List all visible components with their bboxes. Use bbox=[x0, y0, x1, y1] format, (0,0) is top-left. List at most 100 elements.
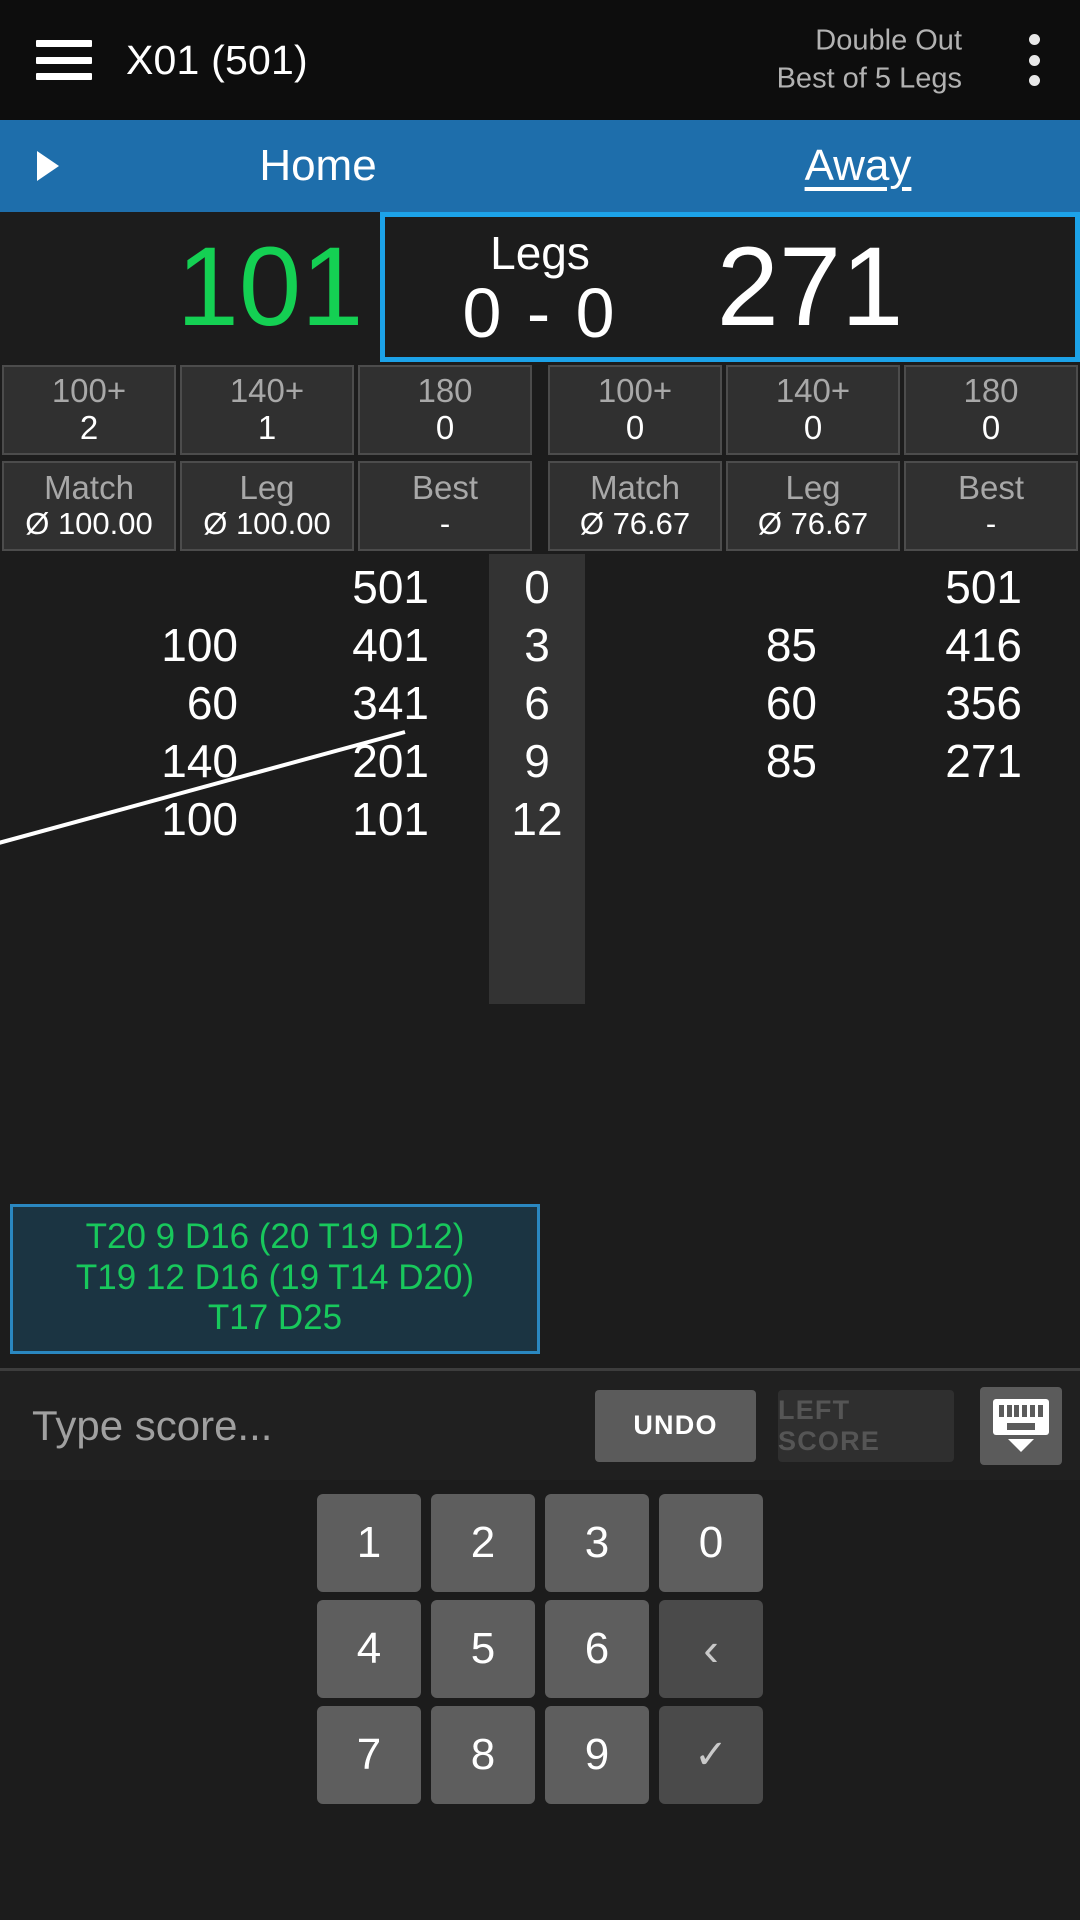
home-averages-group: Match Ø 100.00 Leg Ø 100.00 Best - bbox=[0, 458, 534, 554]
away-averages-group: Match Ø 76.67 Leg Ø 76.67 Best - bbox=[546, 458, 1080, 554]
home-remaining: 201 bbox=[352, 735, 429, 787]
stat-label: Match bbox=[44, 469, 134, 507]
home-score-cell[interactable]: 101 bbox=[0, 212, 540, 362]
away-remaining: 271 bbox=[945, 735, 1022, 787]
home-stat-180[interactable]: 180 0 bbox=[358, 365, 532, 455]
stat-value: - bbox=[985, 506, 997, 542]
score-input-bar: UNDO LEFT SCORE bbox=[0, 1368, 1080, 1480]
stat-label: Best bbox=[411, 469, 479, 507]
stats-counts-row: 100+ 2 140+ 1 180 0 100+ 0 140+ 0 180 0 bbox=[0, 362, 1080, 458]
darts-thrown: 0 bbox=[524, 561, 550, 613]
away-remaining: 416 bbox=[945, 619, 1022, 671]
key-4[interactable]: 4 bbox=[317, 1600, 421, 1698]
key-3[interactable]: 3 bbox=[545, 1494, 649, 1592]
away-score-thrown: 60 bbox=[765, 677, 817, 729]
game-mode-info: Double Out Best of 5 Legs bbox=[777, 22, 962, 99]
away-avg-match[interactable]: Match Ø 76.67 bbox=[548, 461, 722, 551]
table-row[interactable]: 140 201 9 85 271 bbox=[0, 732, 1080, 790]
key-1[interactable]: 1 bbox=[317, 1494, 421, 1592]
checkout-line-3: T17 D25 bbox=[207, 1298, 343, 1338]
checkout-suggestion-box: T20 9 D16 (20 T19 D12) T19 12 D16 (19 T1… bbox=[10, 1204, 540, 1354]
key-6[interactable]: 6 bbox=[545, 1600, 649, 1698]
more-vertical-icon[interactable] bbox=[1028, 34, 1040, 86]
darts-thrown: 12 bbox=[511, 793, 563, 845]
stat-label: Best bbox=[957, 469, 1025, 507]
stat-value: Ø 100.00 bbox=[25, 506, 153, 542]
tab-away[interactable]: Away bbox=[636, 120, 1080, 212]
key-2[interactable]: 2 bbox=[431, 1494, 535, 1592]
away-stat-180[interactable]: 180 0 bbox=[904, 365, 1078, 455]
stat-value: 0 bbox=[625, 409, 645, 447]
hamburger-menu-icon[interactable] bbox=[36, 40, 92, 80]
table-row[interactable]: 100 101 12 bbox=[0, 790, 1080, 848]
away-score-cell[interactable]: 271 bbox=[540, 212, 1080, 362]
stat-value: 2 bbox=[79, 409, 99, 447]
away-remaining: 356 bbox=[945, 677, 1022, 729]
away-remaining-score: 271 bbox=[716, 224, 904, 349]
home-remaining: 501 bbox=[352, 561, 429, 613]
stat-label: 100+ bbox=[597, 371, 673, 409]
home-remaining-score: 101 bbox=[176, 224, 364, 349]
left-score-button[interactable]: LEFT SCORE bbox=[778, 1389, 954, 1462]
match-format-label: Best of 5 Legs bbox=[776, 63, 962, 95]
tab-home[interactable]: Home bbox=[96, 120, 540, 212]
key-8[interactable]: 8 bbox=[431, 1706, 535, 1804]
away-stat-100plus[interactable]: 100+ 0 bbox=[548, 365, 722, 455]
key-0[interactable]: 0 bbox=[659, 1494, 763, 1592]
stat-value: Ø 76.67 bbox=[579, 506, 691, 542]
table-row[interactable]: 501 0 501 bbox=[0, 558, 1080, 616]
away-avg-leg[interactable]: Leg Ø 76.67 bbox=[726, 461, 900, 551]
home-counts-group: 100+ 2 140+ 1 180 0 bbox=[0, 362, 534, 458]
player-tab-bar: Home Away bbox=[0, 120, 1080, 212]
stat-value: 0 bbox=[981, 409, 1001, 447]
away-avg-best[interactable]: Best - bbox=[904, 461, 1078, 551]
stat-label: 100+ bbox=[51, 371, 127, 409]
home-stat-140plus[interactable]: 140+ 1 bbox=[180, 365, 354, 455]
stat-label: Leg bbox=[785, 469, 841, 507]
home-score-thrown: 60 bbox=[186, 677, 238, 729]
checkout-line-2: T19 12 D16 (19 T14 D20) bbox=[75, 1257, 475, 1297]
stat-label: 140+ bbox=[775, 371, 851, 409]
stat-label: 180 bbox=[963, 371, 1019, 409]
scoreboard-rows: 501 0 501 100 401 3 85 416 60 341 6 60 3… bbox=[0, 554, 1080, 848]
app-bar: X01 (501) Double Out Best of 5 Legs bbox=[0, 0, 1080, 120]
checkout-mode-label: Double Out bbox=[815, 24, 962, 57]
table-row[interactable]: 60 341 6 60 356 bbox=[0, 674, 1080, 732]
stat-value: Ø 100.00 bbox=[203, 506, 331, 542]
tab-home-label: Home bbox=[259, 141, 377, 190]
keypad-row: 4 5 6 ‹ bbox=[312, 1596, 768, 1702]
home-score-thrown: 140 bbox=[161, 735, 238, 787]
key-7[interactable]: 7 bbox=[317, 1706, 421, 1804]
keypad-row: 7 8 9 ✓ bbox=[312, 1702, 768, 1808]
table-row[interactable]: 100 401 3 85 416 bbox=[0, 616, 1080, 674]
key-enter[interactable]: ✓ bbox=[659, 1706, 763, 1804]
key-5[interactable]: 5 bbox=[431, 1600, 535, 1698]
tab-away-label: Away bbox=[804, 141, 912, 190]
page-title: X01 (501) bbox=[126, 36, 308, 83]
hide-keyboard-icon[interactable] bbox=[979, 1386, 1063, 1465]
stat-value: Ø 76.67 bbox=[757, 506, 869, 542]
home-avg-match[interactable]: Match Ø 100.00 bbox=[2, 461, 176, 551]
stat-label: Match bbox=[590, 469, 680, 507]
home-remaining: 341 bbox=[352, 677, 429, 729]
key-backspace[interactable]: ‹ bbox=[659, 1600, 763, 1698]
remaining-score-row: 101 Legs 0 - 0 271 bbox=[0, 212, 1080, 362]
stat-value: 1 bbox=[257, 409, 277, 447]
stats-averages-row: Match Ø 100.00 Leg Ø 100.00 Best - Match… bbox=[0, 458, 1080, 554]
home-avg-best[interactable]: Best - bbox=[358, 461, 532, 551]
key-9[interactable]: 9 bbox=[545, 1706, 649, 1804]
stat-value: - bbox=[439, 506, 451, 542]
undo-button[interactable]: UNDO bbox=[595, 1389, 757, 1462]
stat-label: Leg bbox=[239, 469, 295, 507]
away-stat-140plus[interactable]: 140+ 0 bbox=[726, 365, 900, 455]
score-input[interactable] bbox=[18, 1401, 573, 1450]
checkout-line-1: T20 9 D16 (20 T19 D12) bbox=[85, 1217, 465, 1257]
away-remaining: 501 bbox=[945, 561, 1022, 613]
home-score-thrown: 100 bbox=[161, 619, 238, 671]
home-stat-100plus[interactable]: 100+ 2 bbox=[2, 365, 176, 455]
home-avg-leg[interactable]: Leg Ø 100.00 bbox=[180, 461, 354, 551]
play-arrow-icon[interactable] bbox=[0, 120, 96, 212]
stat-label: 180 bbox=[417, 371, 473, 409]
away-score-thrown: 85 bbox=[765, 619, 817, 671]
away-counts-group: 100+ 0 140+ 0 180 0 bbox=[546, 362, 1080, 458]
